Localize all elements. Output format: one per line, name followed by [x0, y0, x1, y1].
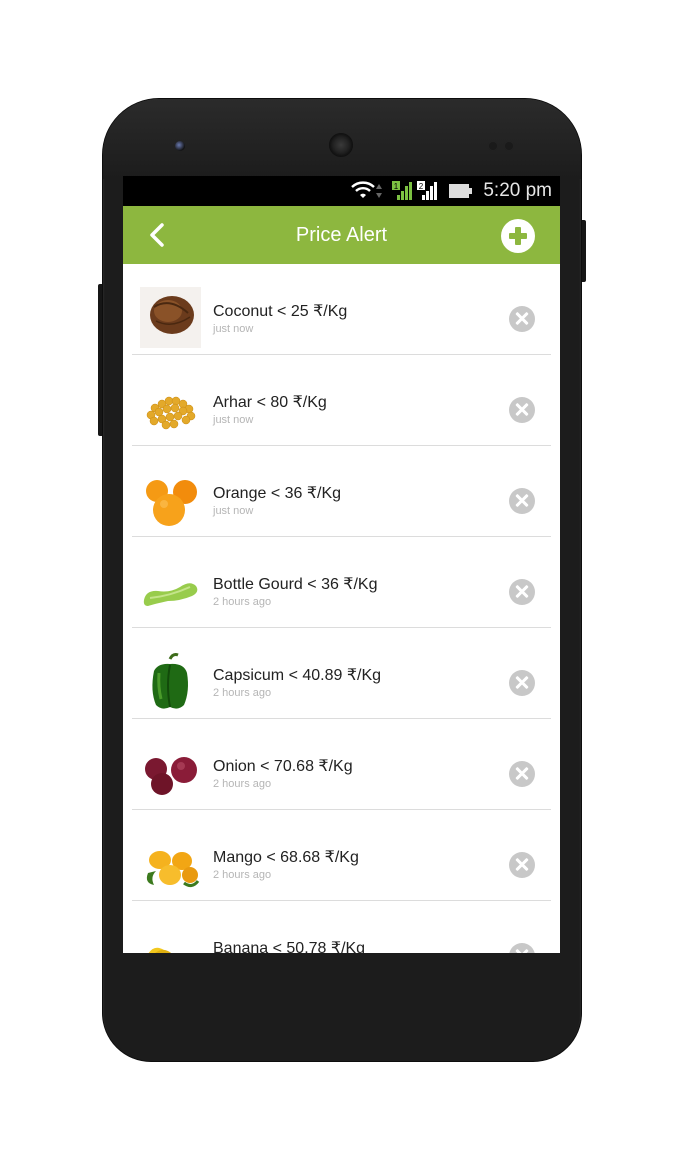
- remove-alert-button[interactable]: [509, 943, 535, 953]
- alert-time: 2 hours ago: [213, 778, 272, 790]
- coconut-image: [140, 287, 201, 348]
- list-item[interactable]: Banana < 50.78 ₹/Kg: [123, 901, 560, 953]
- list-item[interactable]: Orange < 36 ₹/Kg just now: [123, 446, 560, 537]
- list-item[interactable]: Bottle Gourd < 36 ₹/Kg 2 hours ago: [123, 537, 560, 628]
- alert-time: just now: [213, 414, 254, 426]
- signal-sim2-icon: 2: [417, 181, 437, 200]
- list-item[interactable]: Onion < 70.68 ₹/Kg 2 hours ago: [123, 719, 560, 810]
- remove-alert-button[interactable]: [509, 761, 535, 787]
- sim1-label: 1: [394, 182, 399, 191]
- app-bar: Price Alert: [123, 206, 560, 264]
- orange-image: [146, 480, 197, 526]
- list-item[interactable]: Coconut < 25 ₹/Kg just now: [123, 264, 560, 355]
- clock: 5:20 pm: [483, 180, 552, 201]
- proximity-sensor: [489, 142, 497, 150]
- page-title: Price Alert: [295, 224, 388, 246]
- mango-image: [146, 851, 200, 888]
- capsicum-image: [152, 653, 188, 709]
- remove-alert-button[interactable]: [509, 488, 535, 514]
- alert-title: Mango < 68.68 ₹/Kg: [213, 849, 359, 866]
- remove-alert-button[interactable]: [509, 397, 535, 423]
- arhar-dal-image: [146, 396, 196, 430]
- light-sensor: [505, 142, 513, 150]
- remove-alert-button[interactable]: [509, 306, 535, 332]
- remove-alert-button[interactable]: [509, 852, 535, 878]
- onion-image: [145, 757, 197, 795]
- bottle-gourd-image: [143, 583, 198, 606]
- alert-time: just now: [213, 323, 254, 335]
- data-arrows-icon: [376, 184, 382, 198]
- signal-sim1-icon: 1: [392, 181, 412, 200]
- alert-list: Coconut < 25 ₹/Kg just now Arhar < 80 ₹/…: [123, 264, 560, 953]
- alert-title: Coconut < 25 ₹/Kg: [213, 303, 348, 320]
- front-camera: [175, 141, 185, 151]
- status-bar: 1 2 5:20 pm: [123, 176, 560, 206]
- banana-image: [148, 947, 171, 953]
- earpiece-speaker: [329, 133, 353, 157]
- battery-icon: [449, 184, 472, 198]
- alert-title: Onion < 70.68 ₹/Kg: [213, 758, 353, 775]
- phone-screen: 1 2 5:20 pm Price Alert Coconut < 25 ₹/K…: [123, 176, 560, 953]
- alert-time: just now: [213, 505, 254, 517]
- add-alert-button[interactable]: [501, 219, 535, 253]
- alert-title: Capsicum < 40.89 ₹/Kg: [213, 667, 382, 684]
- alert-time: 2 hours ago: [213, 687, 272, 699]
- alert-title: Orange < 36 ₹/Kg: [213, 485, 342, 502]
- list-item[interactable]: Mango < 68.68 ₹/Kg 2 hours ago: [123, 810, 560, 901]
- alert-title: Arhar < 80 ₹/Kg: [213, 394, 327, 411]
- remove-alert-button[interactable]: [509, 670, 535, 696]
- list-item[interactable]: Arhar < 80 ₹/Kg just now: [123, 355, 560, 446]
- sim2-label: 2: [419, 182, 424, 191]
- alert-title: Banana < 50.78 ₹/Kg: [213, 940, 366, 953]
- list-item[interactable]: Capsicum < 40.89 ₹/Kg 2 hours ago: [123, 628, 560, 719]
- alert-time: 2 hours ago: [213, 596, 272, 608]
- wifi-icon: [351, 181, 375, 198]
- alert-time: 2 hours ago: [213, 869, 272, 881]
- remove-alert-button[interactable]: [509, 579, 535, 605]
- alert-title: Bottle Gourd < 36 ₹/Kg: [213, 576, 378, 593]
